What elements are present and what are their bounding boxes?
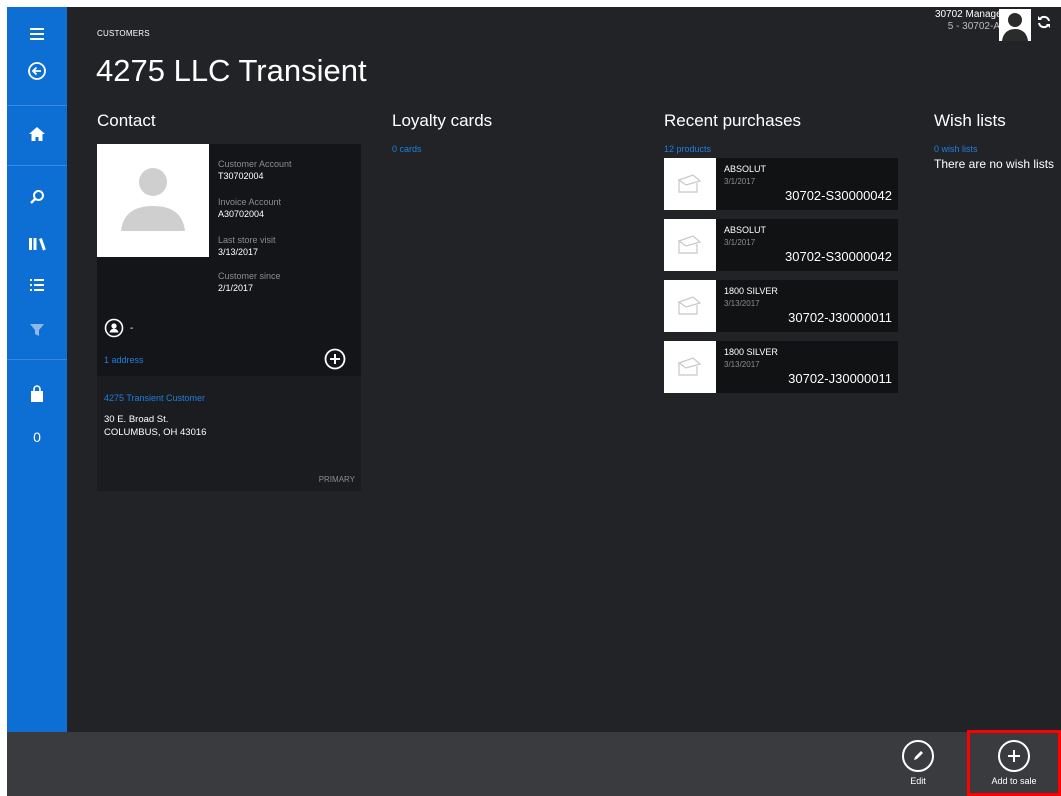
wishlists-heading: Wish lists — [934, 111, 1006, 130]
sync-icon[interactable] — [1037, 15, 1051, 34]
purchase-transaction: 30702-S30000042 — [785, 249, 892, 264]
back-icon[interactable] — [7, 51, 67, 91]
purchase-item[interactable]: ABSOLUT 3/1/2017 30702-S30000042 — [664, 219, 898, 271]
edit-label: Edit — [910, 776, 926, 786]
purchase-item[interactable]: ABSOLUT 3/1/2017 30702-S30000042 — [664, 158, 898, 210]
address-name-link[interactable]: 4275 Transient Customer — [104, 393, 205, 403]
purchase-transaction: 30702-S30000042 — [785, 188, 892, 203]
nav-bar: 0 — [7, 7, 67, 732]
customer-photo — [97, 144, 209, 257]
product-placeholder-icon — [664, 158, 716, 210]
field-label: Customer Account — [218, 159, 292, 169]
nav-divider — [7, 105, 67, 106]
loyalty-count-link[interactable]: 0 cards — [392, 144, 422, 154]
edit-button[interactable]: Edit — [888, 740, 948, 786]
purchase-name: 1800 SILVER — [724, 286, 778, 296]
customer-account-field: Customer Account T30702004 — [218, 158, 292, 182]
purchase-name: ABSOLUT — [724, 225, 767, 235]
edit-icon — [902, 740, 934, 772]
purchase-name: 1800 SILVER — [724, 347, 778, 357]
list-icon[interactable] — [7, 265, 67, 305]
product-placeholder-icon — [664, 341, 716, 393]
purchases-heading: Recent purchases — [664, 111, 802, 130]
filter-icon[interactable] — [7, 310, 67, 350]
highlight-box — [967, 730, 1061, 796]
address-count-link[interactable]: 1 address — [104, 355, 144, 365]
wishlists-count-link[interactable]: 0 wish lists — [934, 144, 978, 154]
purchase-date: 3/1/2017 — [724, 177, 756, 186]
field-value: 2/1/2017 — [218, 283, 254, 293]
loyalty-heading: Loyalty cards — [392, 111, 493, 130]
app-bar: Edit Add to sale — [7, 732, 1061, 796]
address-tile[interactable]: 4275 Transient Customer 30 E. Broad St. … — [97, 376, 361, 491]
add-address-icon[interactable] — [324, 348, 346, 375]
nav-divider — [7, 359, 67, 360]
field-value: 3/13/2017 — [218, 247, 259, 257]
cart-icon[interactable] — [7, 374, 67, 414]
products-icon[interactable] — [7, 224, 67, 264]
product-placeholder-icon — [664, 280, 716, 332]
user-avatar-icon[interactable] — [999, 9, 1031, 41]
address-line-1: 30 E. Broad St. — [104, 414, 169, 425]
field-label: Invoice Account — [218, 197, 282, 207]
address-primary-tag: PRIMARY — [318, 475, 355, 484]
nav-divider — [7, 165, 67, 166]
user-name: 30702 Manager — [934, 9, 1005, 20]
contact-heading: Contact — [97, 111, 156, 130]
address-lines: 30 E. Broad St. COLUMBUS, OH 43016 — [104, 413, 206, 439]
user-store: 5 - 30702-AJ — [947, 21, 1005, 32]
page-title: 4275 LLC Transient — [96, 53, 367, 88]
purchase-date: 3/13/2017 — [724, 360, 760, 369]
person-value: - — [130, 323, 134, 334]
menu-icon[interactable] — [7, 14, 67, 54]
purchases-count-link[interactable]: 12 products — [664, 144, 711, 154]
user-info[interactable]: 30702 Manager 5 - 30702-AJ — [935, 9, 1005, 33]
product-placeholder-icon — [664, 219, 716, 271]
invoice-account-field: Invoice Account A30702004 — [218, 196, 281, 220]
app-window: 0 CUSTOMERS 4275 LLC Transient 30702 Man… — [7, 7, 1061, 796]
purchase-date: 3/13/2017 — [724, 299, 760, 308]
purchase-date: 3/1/2017 — [724, 238, 756, 247]
last-store-visit-field: Last store visit 3/13/2017 — [218, 234, 276, 258]
breadcrumb[interactable]: CUSTOMERS — [97, 29, 150, 38]
field-value: T30702004 — [218, 171, 264, 181]
purchase-transaction: 30702-J30000011 — [788, 371, 892, 386]
contact-card: Customer Account T30702004 Invoice Accou… — [97, 144, 361, 491]
wishlists-empty-text: There are no wish lists — [934, 157, 1055, 171]
person-circle-icon[interactable] — [104, 318, 124, 343]
search-icon[interactable] — [7, 177, 67, 217]
home-icon[interactable] — [7, 114, 67, 154]
customer-since-field: Customer since 2/1/2017 — [218, 270, 281, 294]
cart-count: 0 — [33, 429, 41, 445]
field-value: A30702004 — [218, 209, 265, 219]
purchase-name: ABSOLUT — [724, 164, 767, 174]
field-label: Last store visit — [218, 235, 276, 245]
purchase-transaction: 30702-J30000011 — [788, 310, 892, 325]
field-label: Customer since — [218, 271, 281, 281]
purchase-item[interactable]: 1800 SILVER 3/13/2017 30702-J30000011 — [664, 341, 898, 393]
address-line-2: COLUMBUS, OH 43016 — [104, 427, 207, 438]
purchase-item[interactable]: 1800 SILVER 3/13/2017 30702-J30000011 — [664, 280, 898, 332]
